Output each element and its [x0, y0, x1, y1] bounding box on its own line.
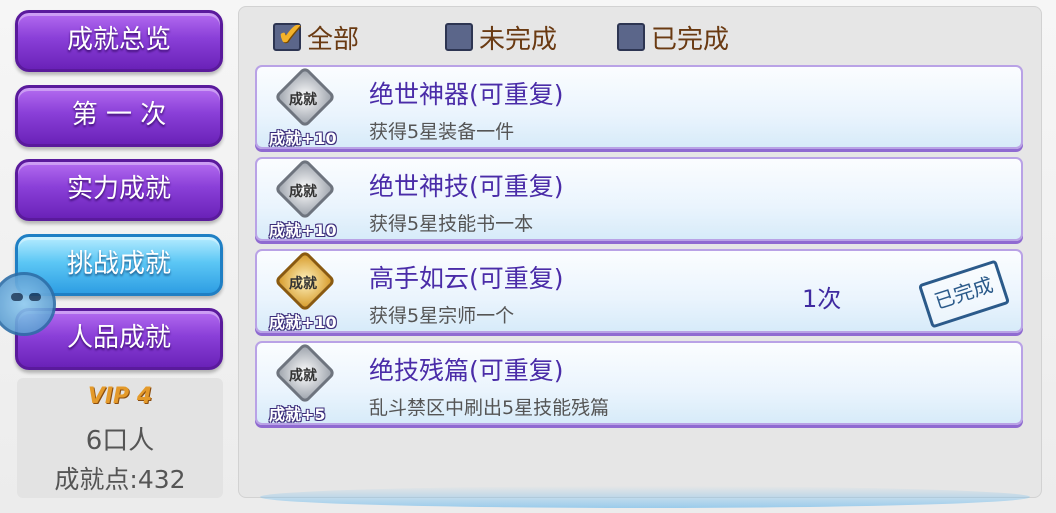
- achievement-description: 获得5星装备一件: [369, 121, 515, 143]
- achievement-description: 获得5星技能书一本: [369, 213, 534, 235]
- filter-all-label: 全部: [307, 24, 360, 55]
- achievement-card[interactable]: 成就 成就+5 绝技残篇(可重复) 乱斗禁区中刷出5星技能残篇: [255, 341, 1023, 425]
- filter-incomplete[interactable]: 未完成: [445, 21, 558, 55]
- completed-stamp: 已完成: [917, 259, 1011, 329]
- achievement-badge-icon: 成就 成就+10: [269, 157, 343, 240]
- badge-label: 成就: [289, 276, 317, 292]
- achievement-count: 1次: [802, 285, 842, 313]
- achievement-window: 成就总览 第 一 次 实力成就 挑战成就 人品成就 VIP 4 6口人 成就点:…: [0, 0, 1056, 513]
- player-name: 6口人: [85, 426, 155, 456]
- achievement-description: 获得5星宗师一个: [369, 305, 515, 327]
- filter-incomplete-checkbox[interactable]: [445, 23, 473, 51]
- achievement-list-panel: 全部 未完成 已完成 成就 成就+10 绝世神器(可重复) 获得5星装备一件 成…: [238, 6, 1042, 498]
- achievement-card[interactable]: 成就 成就+10 高手如云(可重复) 获得5星宗师一个 1次 已完成: [255, 249, 1023, 333]
- player-info-panel: VIP 4 6口人 成就点:432: [17, 378, 223, 498]
- achievement-badge-icon: 成就 成就+5: [269, 341, 343, 424]
- achievement-badge-icon: 成就 成就+10: [269, 65, 343, 148]
- nav-overview-button[interactable]: 成就总览: [15, 10, 223, 72]
- achievement-title: 绝世神技(可重复): [369, 172, 564, 201]
- bottom-glow-decoration: [260, 486, 1030, 508]
- achievement-badge-icon: 成就 成就+10: [269, 249, 343, 332]
- achievement-bonus: 成就+10: [269, 129, 337, 148]
- filter-complete[interactable]: 已完成: [617, 21, 730, 55]
- achievement-title: 高手如云(可重复): [369, 264, 564, 293]
- achievement-bonus: 成就+10: [269, 313, 337, 332]
- achievement-title: 绝技残篇(可重复): [369, 356, 564, 385]
- filter-complete-checkbox[interactable]: [617, 23, 645, 51]
- filter-all[interactable]: 全部: [273, 15, 360, 55]
- achievement-bonus: 成就+10: [269, 221, 337, 240]
- badge-label: 成就: [289, 92, 317, 108]
- badge-label: 成就: [289, 368, 317, 384]
- achievement-card[interactable]: 成就 成就+10 绝世神技(可重复) 获得5星技能书一本: [255, 157, 1023, 241]
- achievement-description: 乱斗禁区中刷出5星技能残篇: [369, 397, 610, 419]
- filter-complete-label: 已完成: [651, 24, 730, 55]
- achievement-card[interactable]: 成就 成就+10 绝世神器(可重复) 获得5星装备一件: [255, 65, 1023, 149]
- achievement-bonus: 成就+5: [269, 405, 326, 424]
- achievement-title: 绝世神器(可重复): [369, 80, 564, 109]
- nav-first-time-button[interactable]: 第 一 次: [15, 85, 223, 147]
- vip-level-badge: VIP 4: [87, 384, 153, 409]
- filter-all-checkbox[interactable]: [273, 15, 304, 53]
- achievement-points: 成就点:432: [54, 465, 186, 494]
- filter-incomplete-label: 未完成: [479, 24, 558, 55]
- nav-strength-button[interactable]: 实力成就: [15, 159, 223, 221]
- badge-label: 成就: [289, 184, 317, 200]
